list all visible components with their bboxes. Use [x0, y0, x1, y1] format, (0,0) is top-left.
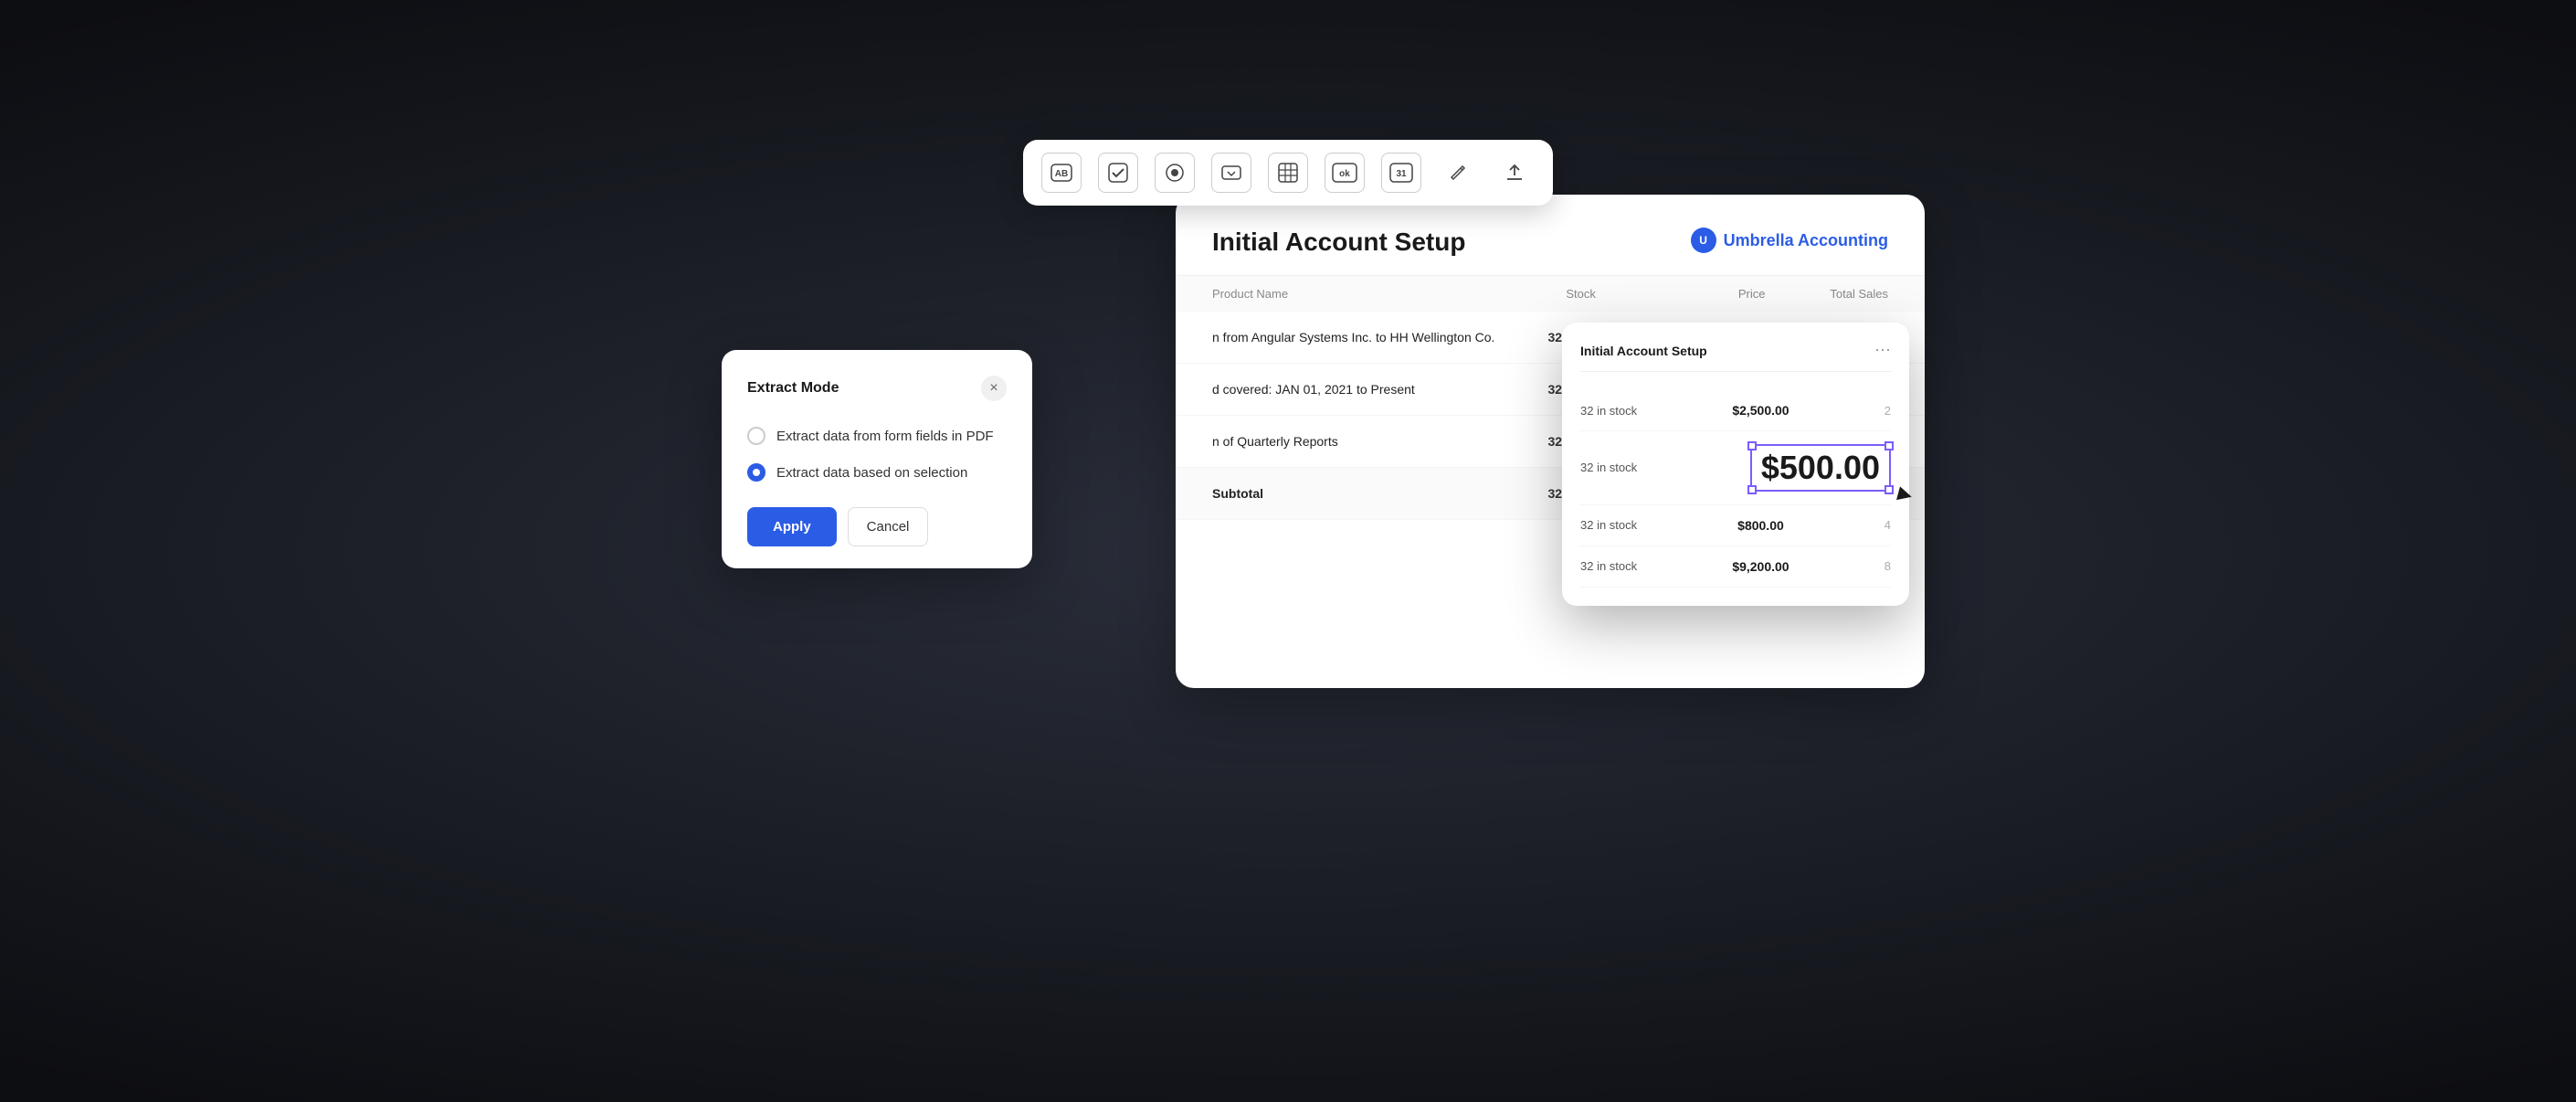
rp-price-0: $2,500.00 — [1732, 403, 1789, 418]
rp-price-2: $800.00 — [1737, 518, 1784, 533]
dialog-close-button[interactable]: × — [981, 376, 1007, 401]
right-panel-row-0: 32 in stock $2,500.00 2 — [1580, 390, 1891, 431]
table-icon[interactable] — [1268, 153, 1308, 193]
annotate-icon[interactable] — [1438, 153, 1478, 193]
radio-circle-form — [747, 427, 765, 445]
rp-stock-0: 32 in stock — [1580, 404, 1637, 418]
selected-value-container: $500.00 ▶ — [1750, 444, 1891, 492]
dropdown-icon[interactable] — [1211, 153, 1251, 193]
col-header-product: Product Name — [1212, 287, 1519, 301]
dialog-header: Extract Mode × — [747, 376, 1007, 401]
radio-circle-selection — [747, 463, 765, 482]
dialog-actions: Apply Cancel — [747, 507, 1007, 546]
svg-text:AB: AB — [1055, 169, 1068, 179]
right-panel-row-1: 32 in stock $500.00 ▶ — [1580, 431, 1891, 505]
product-name-1: d covered: JAN 01, 2021 to Present — [1212, 382, 1519, 397]
upload-icon[interactable] — [1494, 153, 1535, 193]
product-name-0: n from Angular Systems Inc. to HH Wellin… — [1212, 330, 1519, 344]
brand-name: Umbrella Accounting — [1724, 231, 1888, 250]
selected-value-text: $500.00 — [1761, 449, 1880, 486]
right-panel-row-3: 32 in stock $9,200.00 8 — [1580, 546, 1891, 588]
doc-title: Initial Account Setup — [1212, 228, 1465, 257]
radio-label-selection: Extract data based on selection — [776, 465, 967, 481]
handle-bl — [1747, 485, 1757, 494]
rp-stock-2: 32 in stock — [1580, 518, 1637, 532]
right-panel: Initial Account Setup ⋯ 32 in stock $2,5… — [1562, 323, 1909, 606]
toolbar: AB ok 31 — [1023, 140, 1553, 206]
handle-br: ▶ — [1884, 485, 1894, 494]
rp-stock-1: 32 in stock — [1580, 461, 1637, 474]
brand-icon: U — [1691, 228, 1716, 253]
radio-option-selection[interactable]: Extract data based on selection — [747, 463, 1007, 482]
col-header-price: Price — [1642, 287, 1766, 301]
rp-num-0: 2 — [1884, 404, 1891, 418]
extract-dialog: Extract Mode × Extract data from form fi… — [722, 350, 1032, 568]
col-header-total: Total Sales — [1765, 287, 1888, 301]
right-panel-header: Initial Account Setup ⋯ — [1580, 341, 1891, 372]
apply-button[interactable]: Apply — [747, 507, 837, 546]
handle-tr — [1884, 441, 1894, 450]
svg-text:ok: ok — [1339, 169, 1350, 179]
col-header-stock: Stock — [1519, 287, 1642, 301]
subtotal-label: Subtotal — [1212, 486, 1519, 501]
handle-tl — [1747, 441, 1757, 450]
radio-icon[interactable] — [1155, 153, 1195, 193]
doc-header: Initial Account Setup U Umbrella Account… — [1176, 195, 1925, 276]
ok-badge-icon[interactable]: ok — [1325, 153, 1365, 193]
dialog-title: Extract Mode — [747, 380, 839, 397]
brand-logo: U Umbrella Accounting — [1691, 228, 1888, 253]
checkbox-icon[interactable] — [1098, 153, 1138, 193]
radio-option-form-fields[interactable]: Extract data from form fields in PDF — [747, 427, 1007, 445]
rp-num-2: 4 — [1884, 518, 1891, 532]
rp-num-3: 8 — [1884, 559, 1891, 573]
svg-text:31: 31 — [1396, 169, 1407, 179]
selected-value-box: $500.00 ▶ — [1750, 444, 1891, 492]
text-ab-icon[interactable]: AB — [1041, 153, 1082, 193]
calendar-icon[interactable]: 31 — [1381, 153, 1421, 193]
rp-stock-3: 32 in stock — [1580, 559, 1637, 573]
scene-container: AB ok 31 Initial Account Setup — [649, 140, 1927, 962]
rp-price-3: $9,200.00 — [1732, 559, 1789, 574]
table-header: Product Name Stock Price Total Sales — [1176, 276, 1925, 312]
right-panel-row-2: 32 in stock $800.00 4 — [1580, 505, 1891, 546]
radio-label-form: Extract data from form fields in PDF — [776, 429, 994, 444]
product-name-2: n of Quarterly Reports — [1212, 434, 1519, 449]
right-panel-menu-icon[interactable]: ⋯ — [1874, 341, 1891, 360]
cancel-button[interactable]: Cancel — [848, 507, 929, 546]
right-panel-title: Initial Account Setup — [1580, 344, 1707, 358]
